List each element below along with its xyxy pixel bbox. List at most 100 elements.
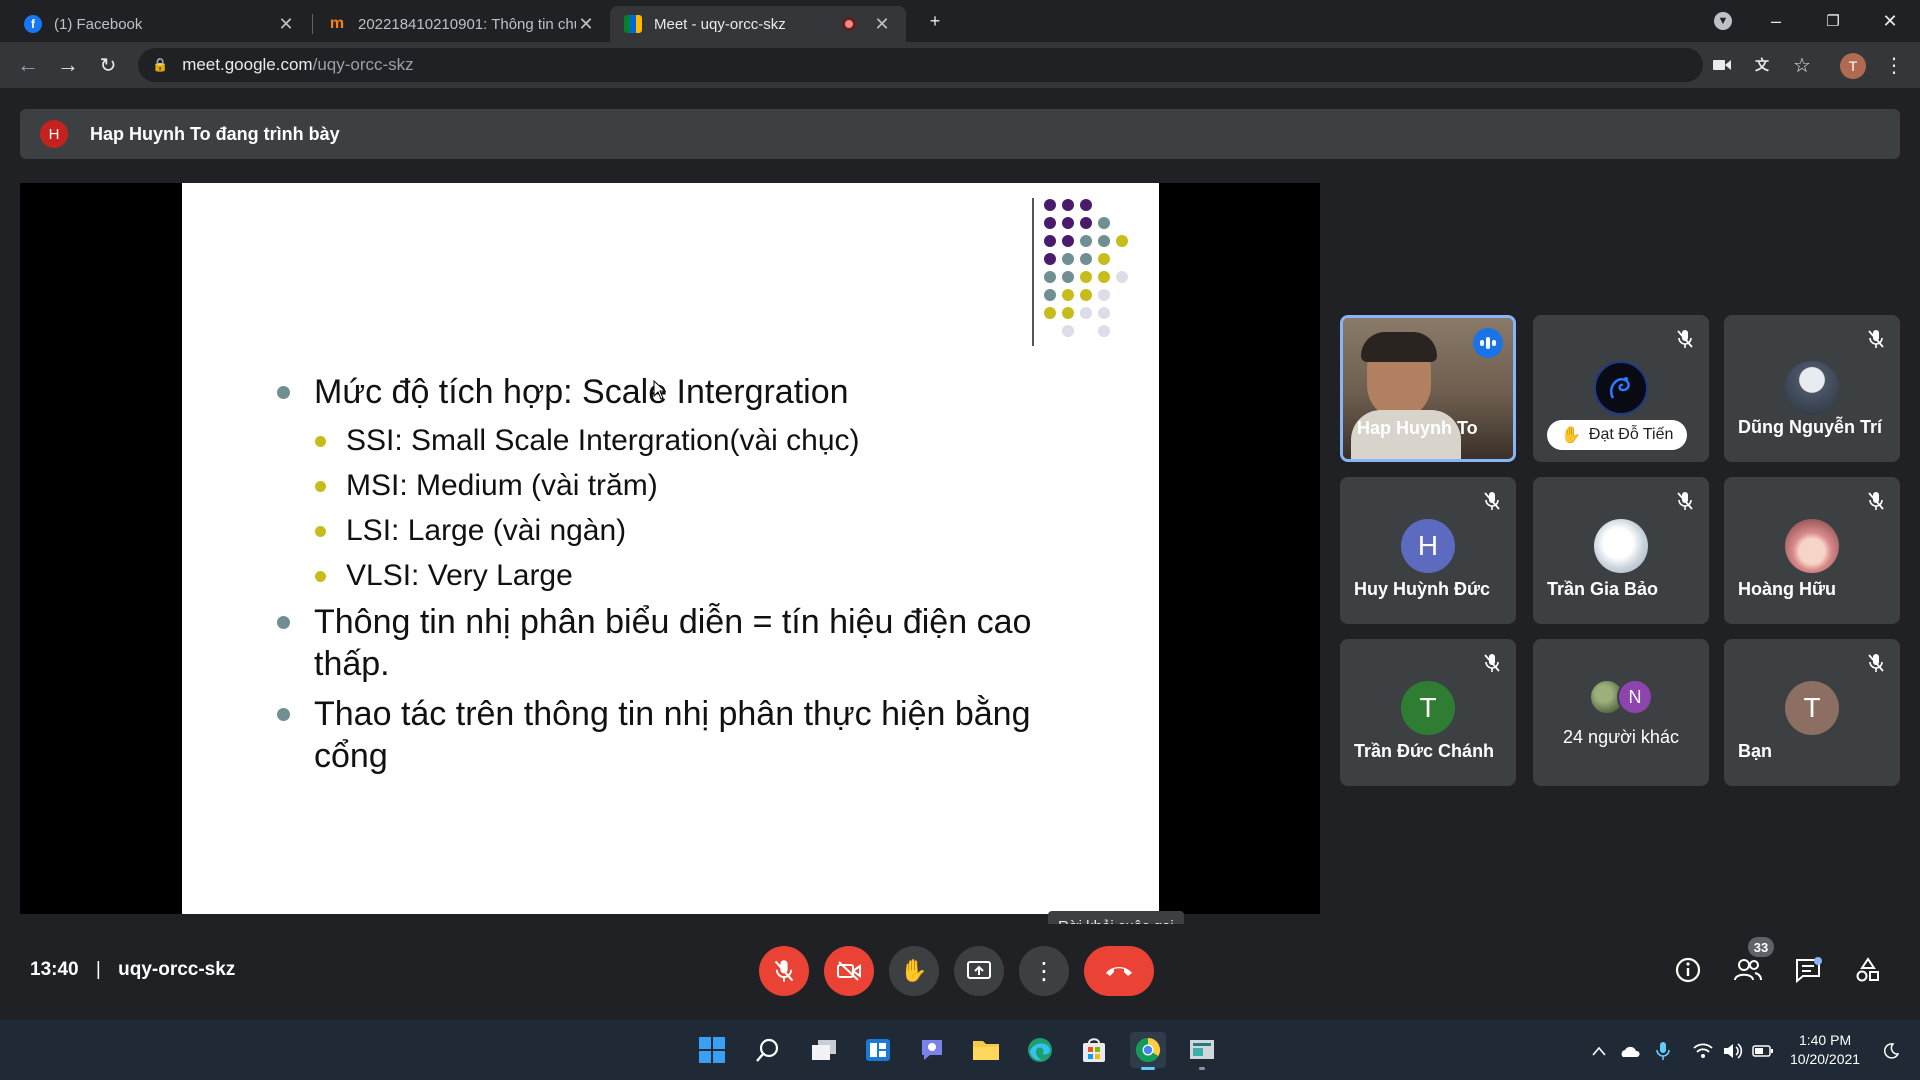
person-photo-icon bbox=[1785, 361, 1839, 415]
mic-off-icon bbox=[1480, 489, 1504, 513]
participant-tile-dung-nguyen-tri[interactable]: Dũng Nguyễn Trí bbox=[1724, 315, 1900, 462]
tab-moodle[interactable]: m 202218410210901: Thông tin chu ✕ bbox=[314, 6, 610, 42]
slide-dot bbox=[1098, 253, 1110, 265]
slide-dot bbox=[1098, 271, 1110, 283]
slide-dot bbox=[1062, 253, 1074, 265]
restore-button[interactable]: ❐ bbox=[1810, 6, 1856, 36]
participant-tile-huy-huynh-duc[interactable]: H Huy Huỳnh Đức bbox=[1340, 477, 1516, 624]
hang-up-icon bbox=[1106, 967, 1132, 976]
widgets-button[interactable] bbox=[860, 1032, 896, 1068]
slide-dot bbox=[1044, 235, 1056, 247]
participant-tile-self[interactable]: T Bạn bbox=[1724, 639, 1900, 786]
participant-name: Huy Huỳnh Đức bbox=[1354, 579, 1491, 599]
bullet-marker bbox=[277, 708, 290, 721]
store-button[interactable] bbox=[1076, 1032, 1112, 1068]
anime-photo-icon bbox=[1785, 519, 1839, 573]
camera-in-use-icon[interactable] bbox=[1710, 53, 1734, 77]
slide-dot bbox=[1044, 253, 1056, 265]
participant-tile-others[interactable]: N 24 người khác bbox=[1533, 639, 1709, 786]
show-everyone-button[interactable] bbox=[1730, 952, 1766, 988]
file-explorer-button[interactable] bbox=[968, 1032, 1004, 1068]
raise-hand-icon: ✋ bbox=[900, 958, 928, 983]
bullet-text: SSI: Small Scale Intergration(vài chục) bbox=[346, 424, 860, 457]
profile-avatar[interactable]: T bbox=[1840, 53, 1866, 79]
recording-icon bbox=[842, 17, 856, 31]
search-button[interactable] bbox=[750, 1032, 786, 1068]
participant-tile-tran-duc-chanh[interactable]: T Trần Đức Chánh bbox=[1340, 639, 1516, 786]
forward-button[interactable]: → bbox=[52, 49, 84, 81]
wifi-icon[interactable] bbox=[1692, 1040, 1714, 1062]
microphone-toggle-button[interactable] bbox=[759, 946, 809, 996]
menu-dots-icon[interactable]: ⋮ bbox=[1882, 53, 1906, 77]
tab-facebook[interactable]: f (1) Facebook ✕ bbox=[10, 6, 310, 42]
present-screen-icon bbox=[967, 961, 991, 979]
info-icon bbox=[1675, 957, 1701, 983]
participant-avatar: H bbox=[1401, 519, 1455, 573]
bullet-marker bbox=[277, 616, 290, 629]
close-window-button[interactable]: ✕ bbox=[1867, 6, 1913, 36]
raise-hand-button[interactable]: ✋ bbox=[889, 946, 939, 996]
system-date: 10/20/2021 bbox=[1790, 1051, 1861, 1067]
chrome-taskbar-button[interactable] bbox=[1130, 1032, 1166, 1070]
speaking-indicator-icon bbox=[1473, 328, 1503, 358]
close-tab-icon[interactable]: ✕ bbox=[276, 14, 296, 35]
close-tab-icon[interactable]: ✕ bbox=[576, 14, 596, 35]
app-taskbar-button[interactable] bbox=[1184, 1032, 1220, 1070]
start-button[interactable] bbox=[694, 1032, 730, 1068]
participant-tile-tran-gia-bao[interactable]: Trần Gia Bảo bbox=[1533, 477, 1709, 624]
address-bar[interactable]: 🔒 meet.google.com/uqy-orcc-skz bbox=[138, 48, 1703, 82]
chevron-down-icon: ▼ bbox=[1714, 12, 1732, 30]
reload-button[interactable]: ↻ bbox=[92, 49, 124, 81]
presentation-slide: Mức độ tích hợp: Scale Intergration SSI:… bbox=[182, 183, 1159, 914]
mic-off-icon bbox=[1673, 327, 1697, 351]
slide-dot bbox=[1116, 271, 1128, 283]
microphone-tray-icon[interactable] bbox=[1652, 1040, 1674, 1062]
facebook-icon: f bbox=[24, 15, 42, 33]
onedrive-icon[interactable] bbox=[1618, 1040, 1640, 1062]
system-clock[interactable]: 1:40 PM 10/20/2021 bbox=[1790, 1031, 1860, 1069]
teams-chat-button[interactable] bbox=[914, 1032, 950, 1068]
bullet-text: Mức độ tích hợp: Scale Intergration bbox=[314, 373, 849, 411]
bullet-text: VLSI: Very Large bbox=[346, 559, 573, 592]
participant-tile-hoang-huu[interactable]: Hoàng Hữu bbox=[1724, 477, 1900, 624]
tab-meet[interactable]: Meet - uqy-orcc-skz ✕ bbox=[610, 6, 906, 42]
chat-button[interactable] bbox=[1790, 952, 1826, 988]
camera-off-icon bbox=[837, 961, 861, 981]
slide-bullet: Thông tin nhị phân biểu diễn = tín hiệu … bbox=[277, 601, 1031, 685]
slide-bullet: Mức độ tích hợp: Scale Intergration bbox=[277, 371, 849, 413]
slide-dot bbox=[1098, 235, 1110, 247]
leave-call-button[interactable] bbox=[1084, 946, 1154, 996]
tab-title: Meet - uqy-orcc-skz bbox=[654, 15, 786, 33]
edge-button[interactable] bbox=[1022, 1032, 1058, 1068]
slide-dot bbox=[1098, 289, 1110, 301]
activities-button[interactable] bbox=[1850, 952, 1886, 988]
tab-search-button[interactable]: ▼ bbox=[1700, 6, 1746, 36]
bullet-marker bbox=[315, 526, 326, 537]
back-button[interactable]: ← bbox=[12, 49, 44, 81]
slide-dot bbox=[1098, 217, 1110, 229]
present-now-button[interactable] bbox=[954, 946, 1004, 996]
slide-dot bbox=[1098, 325, 1110, 337]
camera-toggle-button[interactable] bbox=[824, 946, 874, 996]
focus-assist-icon[interactable] bbox=[1880, 1040, 1902, 1062]
slide-dot bbox=[1080, 199, 1092, 211]
task-view-button[interactable] bbox=[806, 1032, 842, 1068]
meet-icon bbox=[624, 15, 642, 33]
show-hidden-icons-button[interactable] bbox=[1588, 1040, 1610, 1062]
slide-sub-bullet: MSI: Medium (vài trăm) bbox=[315, 468, 658, 504]
participant-tile-hap-huynh-to[interactable]: Hap Huynh To bbox=[1340, 315, 1516, 462]
slide-dot bbox=[1062, 235, 1074, 247]
meeting-details-button[interactable] bbox=[1670, 952, 1706, 988]
bookmark-star-icon[interactable]: ☆ bbox=[1790, 53, 1814, 77]
participant-count-badge: 33 bbox=[1748, 937, 1774, 957]
battery-icon[interactable] bbox=[1752, 1040, 1774, 1062]
url-host: meet.google.com bbox=[182, 55, 313, 74]
translate-icon[interactable]: 文 bbox=[1750, 53, 1774, 77]
minimize-button[interactable]: – bbox=[1753, 6, 1799, 36]
close-tab-icon[interactable]: ✕ bbox=[872, 14, 892, 35]
more-options-button[interactable]: ⋮ bbox=[1019, 946, 1069, 996]
slide-dot bbox=[1062, 307, 1074, 319]
volume-icon[interactable] bbox=[1722, 1040, 1744, 1062]
new-tab-button[interactable]: + bbox=[912, 6, 958, 36]
participant-tile-dat-do-tien[interactable]: ✋ Đạt Đỗ Tiến bbox=[1533, 315, 1709, 462]
